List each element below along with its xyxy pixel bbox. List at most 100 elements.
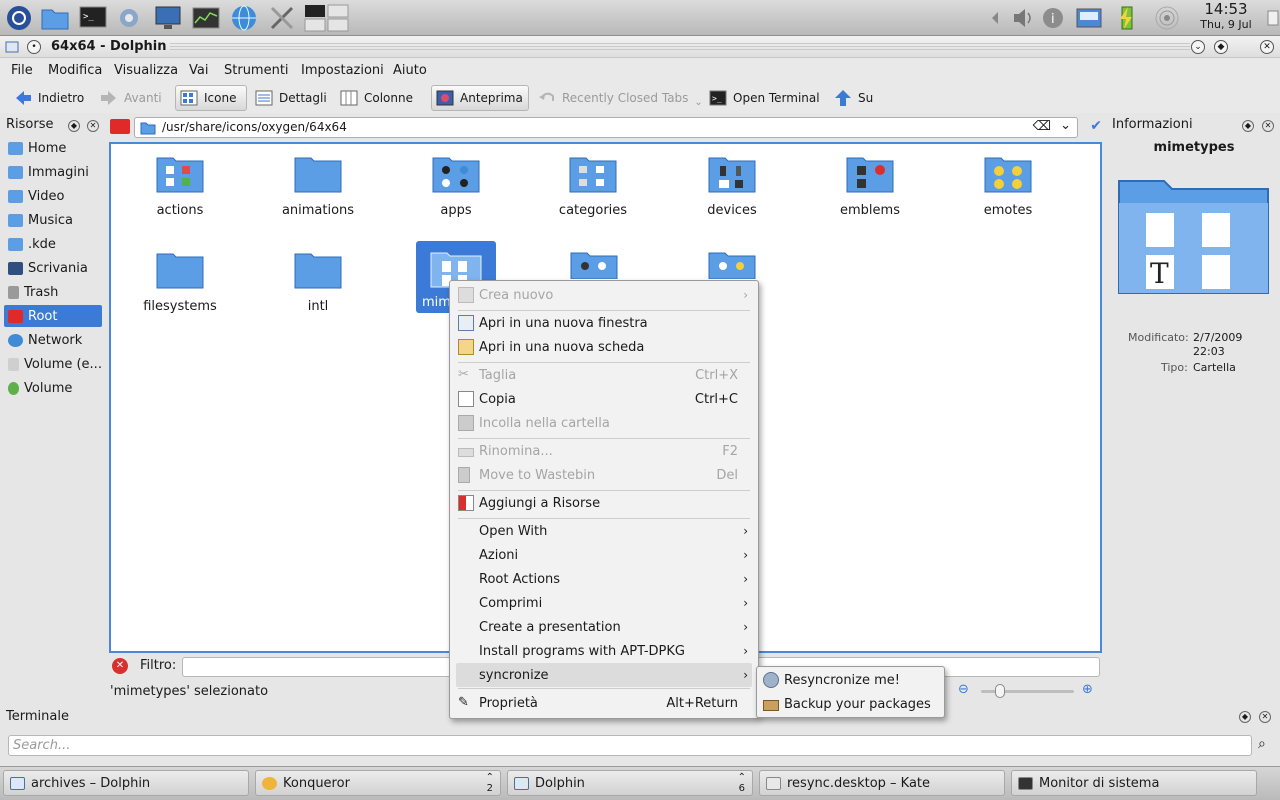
terminal-launcher-icon[interactable]: >_ [78, 3, 108, 33]
tray-collapse-icon[interactable] [988, 3, 1002, 33]
info-close-button[interactable]: ✕ [1262, 120, 1274, 132]
task-kate[interactable]: resync.desktop – Kate [759, 770, 1005, 796]
menu-item-crea-nuovo[interactable]: Crea nuovo › [456, 283, 752, 307]
system-settings-icon[interactable] [114, 3, 144, 33]
place-kde[interactable]: .kde [4, 233, 102, 255]
close-button[interactable]: ✕ [1260, 40, 1274, 54]
search-input[interactable]: Search... [8, 735, 1252, 756]
location-input[interactable]: /usr/share/icons/oxygen/64x64 ⌫ ⌄ [134, 117, 1078, 138]
battery-icon[interactable] [1112, 3, 1142, 33]
places-float-button[interactable]: ◆ [68, 120, 80, 132]
terminal-close-button[interactable]: ✕ [1259, 711, 1271, 723]
menu-vai[interactable]: Vai [189, 63, 208, 78]
place-scrivania[interactable]: Scrivania [4, 257, 102, 279]
menu-item-apri-nuova-scheda[interactable]: Apri in una nuova scheda [456, 335, 752, 359]
menu-item-aggiungi-risorse[interactable]: Aggiungi a Risorse [456, 491, 752, 515]
place-volume-e[interactable]: Volume (e... [4, 353, 102, 375]
wireless-icon[interactable] [1152, 3, 1182, 33]
close-filter-icon[interactable]: ✕ [112, 658, 128, 674]
file-item-partial[interactable] [570, 249, 618, 280]
view-columns-button[interactable]: Colonne [336, 85, 417, 111]
zoom-slider-handle[interactable] [995, 684, 1005, 698]
on-all-desktops-button[interactable]: • [27, 40, 41, 54]
window-titlebar[interactable]: • 64x64 - Dolphin ⌄ ◆ ✕ [0, 36, 1280, 58]
place-home[interactable]: Home [4, 137, 102, 159]
system-monitor-launcher-icon[interactable] [191, 3, 221, 33]
menu-item-backup-packages[interactable]: Backup your packages [761, 692, 941, 716]
menu-item-apri-nuova-finestra[interactable]: Apri in una nuova finestra [456, 311, 752, 335]
file-item-filesystems[interactable]: filesystems [120, 250, 240, 314]
recently-closed-tabs-button[interactable]: Recently Closed Tabs ⌄ [534, 85, 707, 111]
menu-item-rinomina[interactable]: Rinomina... F2 [456, 439, 752, 463]
menu-item-root-actions[interactable]: Root Actions › [456, 567, 752, 591]
menu-item-incolla[interactable]: Incolla nella cartella [456, 411, 752, 435]
file-item-actions[interactable]: actions [120, 154, 240, 218]
menu-item-move-to-wastebin[interactable]: Move to Wastebin Del [456, 463, 752, 487]
panel-toolbox-icon[interactable] [1264, 3, 1280, 33]
place-musica[interactable]: Musica [4, 209, 102, 231]
task-monitor-di-sistema[interactable]: Monitor di sistema [1011, 770, 1257, 796]
task-archives-dolphin[interactable]: archives – Dolphin [3, 770, 249, 796]
tools-launcher-icon[interactable] [267, 3, 297, 33]
menu-item-proprieta[interactable]: ✎ Proprietà Alt+Return [456, 691, 752, 715]
binoculars-icon[interactable]: ⌕ [1258, 736, 1266, 752]
menu-item-resyncronize[interactable]: Resyncronize me! [761, 668, 941, 692]
web-browser-launcher-icon[interactable] [229, 3, 259, 33]
menu-item-syncronize[interactable]: syncronize › [456, 663, 752, 687]
zoom-in-icon[interactable]: ⊕ [1082, 682, 1093, 697]
info-float-button[interactable]: ◆ [1242, 120, 1254, 132]
zoom-out-icon[interactable]: ⊖ [958, 682, 969, 697]
volume-icon[interactable] [1008, 3, 1038, 33]
preview-button[interactable]: Anteprima [431, 85, 529, 111]
place-trash[interactable]: Trash [4, 281, 102, 303]
task-konqueror[interactable]: Konqueror ⌃ 2 [255, 770, 501, 796]
window-menu-icon[interactable] [5, 40, 19, 54]
pager-icon[interactable] [304, 3, 350, 33]
history-dropdown-icon[interactable]: ⌄ [1060, 118, 1071, 133]
task-dolphin[interactable]: Dolphin ⌃ 6 [507, 770, 753, 796]
clock[interactable]: 14:53 Thu, 9 Jul [1192, 1, 1260, 32]
network-monitor-icon[interactable] [1074, 3, 1104, 33]
menu-impostazioni[interactable]: Impostazioni [301, 63, 384, 78]
place-root[interactable]: Root [4, 305, 102, 327]
back-button[interactable]: Indietro [10, 85, 88, 111]
monitor-launcher-icon[interactable] [153, 3, 183, 33]
view-details-button[interactable]: Dettagli [251, 85, 331, 111]
confirm-location-icon[interactable]: ✔ [1090, 118, 1102, 134]
root-location-icon[interactable] [110, 119, 130, 134]
places-close-button[interactable]: ✕ [87, 120, 99, 132]
maximize-button[interactable]: ◆ [1214, 40, 1228, 54]
file-item-animations[interactable]: animations [258, 154, 378, 218]
file-item-categories[interactable]: categories [533, 154, 653, 218]
clear-location-icon[interactable]: ⌫ [1033, 119, 1051, 134]
menu-item-taglia[interactable]: ✂ Taglia Ctrl+X [456, 363, 752, 387]
menu-item-create-presentation[interactable]: Create a presentation › [456, 615, 752, 639]
place-immagini[interactable]: Immagini [4, 161, 102, 183]
menu-visualizza[interactable]: Visualizza [114, 63, 178, 78]
menu-item-install-programs[interactable]: Install programs with APT-DPKG › [456, 639, 752, 663]
menu-file[interactable]: File [11, 63, 33, 78]
file-item-partial[interactable] [708, 249, 756, 280]
menu-aiuto[interactable]: Aiuto [393, 63, 427, 78]
folder-launcher-icon[interactable] [40, 3, 70, 33]
up-button[interactable]: Su [830, 85, 877, 111]
info-icon[interactable]: i [1040, 3, 1070, 33]
place-volume[interactable]: Volume [4, 377, 102, 399]
zoom-slider[interactable] [981, 684, 1074, 698]
minimize-button[interactable]: ⌄ [1191, 40, 1205, 54]
menu-item-azioni[interactable]: Azioni › [456, 543, 752, 567]
kde-menu-icon[interactable] [4, 3, 34, 33]
view-icons-button[interactable]: Icone [175, 85, 247, 111]
menu-modifica[interactable]: Modifica [48, 63, 102, 78]
file-item-emotes[interactable]: emotes [948, 154, 1068, 218]
file-item-emblems[interactable]: emblems [810, 154, 930, 218]
terminal-float-button[interactable]: ◆ [1239, 711, 1251, 723]
file-item-intl[interactable]: intl [258, 250, 378, 314]
menu-item-copia[interactable]: Copia Ctrl+C [456, 387, 752, 411]
place-network[interactable]: Network [4, 329, 102, 351]
open-terminal-button[interactable]: >_ Open Terminal [705, 85, 824, 111]
menu-strumenti[interactable]: Strumenti [224, 63, 289, 78]
file-item-apps[interactable]: apps [396, 154, 516, 218]
forward-button[interactable]: Avanti [96, 85, 166, 111]
menu-item-open-with[interactable]: Open With › [456, 519, 752, 543]
